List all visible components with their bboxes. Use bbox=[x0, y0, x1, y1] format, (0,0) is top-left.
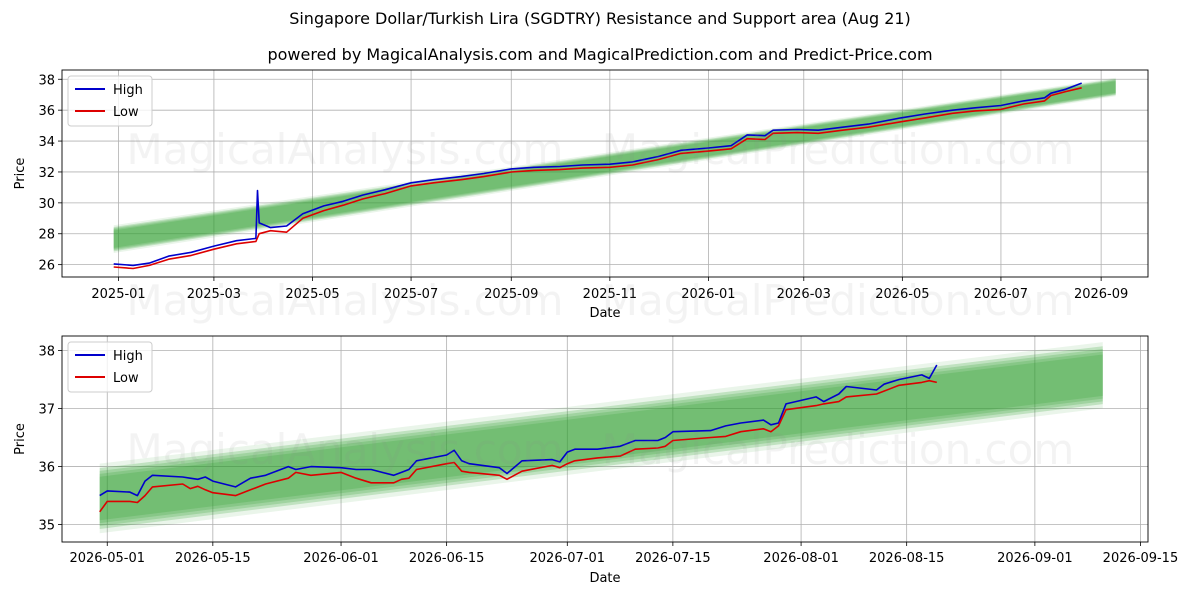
watermark: MagicalPrediction.com bbox=[602, 425, 1075, 474]
legend-label-low: Low bbox=[113, 371, 139, 386]
x-tick-label: 2026-09 bbox=[1074, 287, 1128, 302]
y-tick-label: 38 bbox=[38, 345, 55, 360]
y-tick-label: 35 bbox=[38, 519, 55, 534]
y-tick-label: 38 bbox=[38, 73, 55, 88]
x-tick-label: 2026-09-01 bbox=[997, 551, 1073, 566]
y-tick-label: 36 bbox=[38, 461, 55, 476]
x-axis-label: Date bbox=[589, 571, 620, 586]
x-tick-label: 2026-08-01 bbox=[763, 551, 839, 566]
y-tick-label: 36 bbox=[38, 104, 55, 119]
chart-canvas: 2025-01 2025-03 2025-05 2025-07 2025-09 2025-… bbox=[13, 69, 1179, 586]
x-tick-label: 2026-05-01 bbox=[69, 551, 145, 566]
x-tick-label: 2026-07-01 bbox=[530, 551, 606, 566]
y-tick-label: 34 bbox=[38, 135, 55, 150]
x-tick-label: 2026-06-15 bbox=[409, 551, 485, 566]
y-tick-label: 32 bbox=[38, 166, 55, 181]
y-tick-label: 26 bbox=[38, 259, 55, 274]
chart-figure: Singapore Dollar/Turkish Lira (SGDTRY) R… bbox=[0, 0, 1200, 600]
watermark: MagicalAnalysis.com bbox=[127, 425, 564, 474]
y-axis-label: Price bbox=[13, 423, 28, 455]
x-axis-label: Date bbox=[589, 306, 620, 321]
watermark: MagicalPrediction.com bbox=[602, 276, 1075, 325]
legend: High Low bbox=[67, 75, 153, 127]
legend-label-low: Low bbox=[113, 105, 139, 120]
x-tick-label: 2026-06-01 bbox=[303, 551, 379, 566]
legend-label-high: High bbox=[113, 349, 143, 364]
x-tick-label: 2026-07-15 bbox=[635, 551, 711, 566]
y-axis-label: Price bbox=[13, 158, 28, 190]
watermark: MagicalPrediction.com bbox=[602, 125, 1075, 174]
x-tick-label: 2026-05-15 bbox=[175, 551, 251, 566]
chart-panel-1: 2025-01 2025-03 2025-05 2025-07 2025-09 2025-… bbox=[13, 69, 1149, 325]
x-tick-label: 2026-08-15 bbox=[869, 551, 945, 566]
legend: High Low bbox=[67, 341, 153, 393]
y-tick-label: 28 bbox=[38, 228, 55, 243]
legend-label-high: High bbox=[113, 83, 143, 98]
y-tick-label: 37 bbox=[38, 403, 55, 418]
watermark: MagicalAnalysis.com bbox=[127, 276, 564, 325]
y-tick-label: 30 bbox=[38, 197, 55, 212]
watermark: MagicalAnalysis.com bbox=[127, 125, 564, 174]
chart-panel-2: 2026-05-01 2026-05-15 2026-06-01 2026-06-15… bbox=[13, 335, 1179, 586]
x-tick-label: 2026-09-15 bbox=[1103, 551, 1179, 566]
